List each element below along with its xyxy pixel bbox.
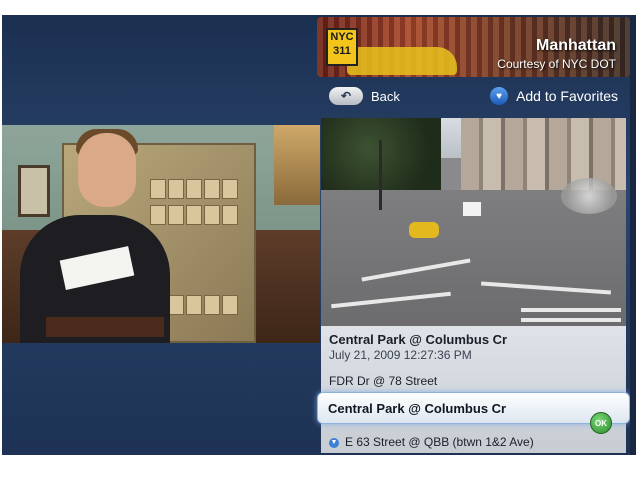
camera-title: Central Park @ Columbus Cr: [329, 332, 508, 347]
tv-screen: NYC 311 Manhattan Courtesy of NYC DOT ↶ …: [2, 15, 636, 455]
toolbelt: [46, 317, 164, 337]
list-item[interactable]: ▼ E 63 Street @ QBB (btwn 1&2 Ave): [329, 435, 534, 449]
traffic-camera-image: [321, 118, 626, 326]
favorites-label: Add to Favorites: [516, 88, 618, 104]
nav-bar: ↶ Back ♥ Add to Favorites: [317, 81, 630, 115]
camera-info-panel: Central Park @ Columbus Cr July 21, 2009…: [321, 326, 626, 453]
wall-picture: [18, 165, 50, 217]
taxi-cab: [409, 222, 439, 238]
video-feed: [2, 125, 320, 343]
location-header: NYC 311 Manhattan Courtesy of NYC DOT: [317, 17, 630, 77]
back-label: Back: [371, 88, 400, 104]
list-item-selected[interactable]: Central Park @ Columbus Cr: [317, 392, 630, 424]
list-item[interactable]: FDR Dr @ 78 Street: [329, 374, 437, 388]
heart-icon: ♥: [490, 87, 509, 105]
location-title: Manhattan: [536, 37, 616, 54]
ok-button[interactable]: OK: [590, 412, 612, 434]
add-to-favorites-button[interactable]: ♥ Add to Favorites: [490, 87, 618, 105]
location-subtitle: Courtesy of NYC DOT: [497, 57, 616, 71]
back-arrow-icon: ↶: [329, 87, 363, 105]
camera-timestamp: July 21, 2009 12:27:36 PM: [329, 348, 472, 362]
nyc311-logo: NYC 311: [326, 28, 358, 66]
back-button[interactable]: ↶ Back: [329, 87, 400, 105]
chevron-down-icon[interactable]: ▼: [329, 437, 339, 448]
